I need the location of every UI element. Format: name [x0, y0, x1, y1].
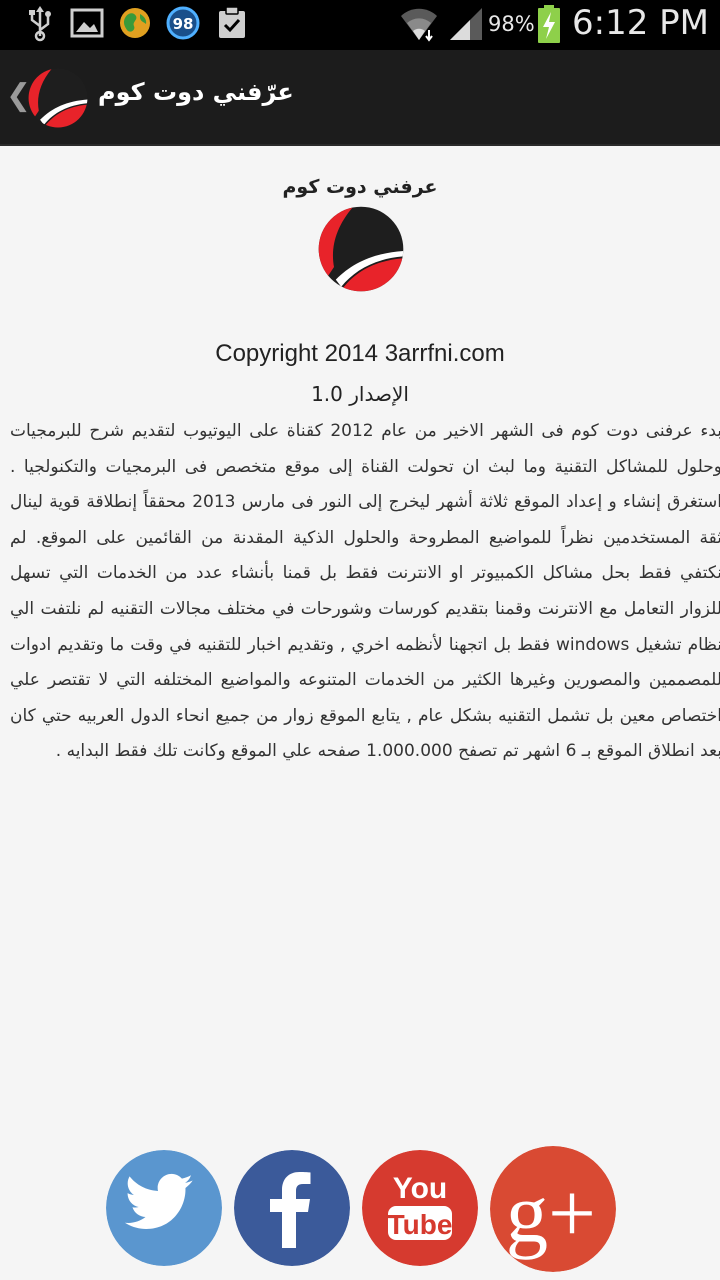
battery-percent: 98% — [488, 12, 535, 36]
twitter-button[interactable] — [106, 1150, 222, 1266]
notification-badge-count: 98 — [173, 15, 194, 33]
clock: 6:12 PM — [572, 3, 709, 43]
action-bar: ❮ عرّفني دوت كوم — [0, 50, 720, 146]
app-logo-large-icon — [318, 206, 404, 292]
usb-icon — [29, 6, 51, 42]
googleplus-icon: g+ — [490, 1146, 616, 1272]
youtube-tube-label: Tube — [388, 1209, 453, 1240]
clipboard-check-icon — [219, 6, 245, 38]
googleplus-button[interactable]: g+ — [490, 1146, 616, 1272]
signal-icon — [450, 8, 482, 40]
status-bar: 98 98% 6:12 PM — [0, 0, 720, 50]
wifi-icon — [401, 8, 437, 42]
about-description: بدء عرفنى دوت كوم فى الشهر الاخير من عام… — [10, 421, 720, 762]
about-title: عرفني دوت كوم — [282, 176, 438, 198]
facebook-icon — [234, 1150, 350, 1266]
social-buttons: You Tube g+ — [0, 1146, 720, 1278]
app-logo-icon[interactable] — [26, 66, 90, 130]
facebook-button[interactable] — [234, 1150, 350, 1266]
gallery-icon — [70, 8, 104, 38]
copyright-text: Copyright 2014 3arrfni.com — [215, 340, 505, 367]
youtube-button[interactable]: You Tube — [362, 1150, 478, 1266]
twitter-icon — [106, 1150, 222, 1266]
googleplus-label: g+ — [506, 1168, 596, 1261]
notification-badge-icon: 98 — [166, 6, 200, 40]
about-content: عرفني دوت كوم Copyright 2014 3arrfni.com… — [0, 148, 720, 1280]
battery-charging-icon — [538, 5, 560, 43]
globe-app-icon — [120, 8, 150, 38]
app-title: عرّفني دوت كوم — [98, 78, 294, 106]
youtube-you-label: You — [393, 1172, 447, 1205]
youtube-icon: You Tube — [362, 1150, 478, 1266]
version-text: الإصدار 1.0 — [311, 382, 409, 406]
